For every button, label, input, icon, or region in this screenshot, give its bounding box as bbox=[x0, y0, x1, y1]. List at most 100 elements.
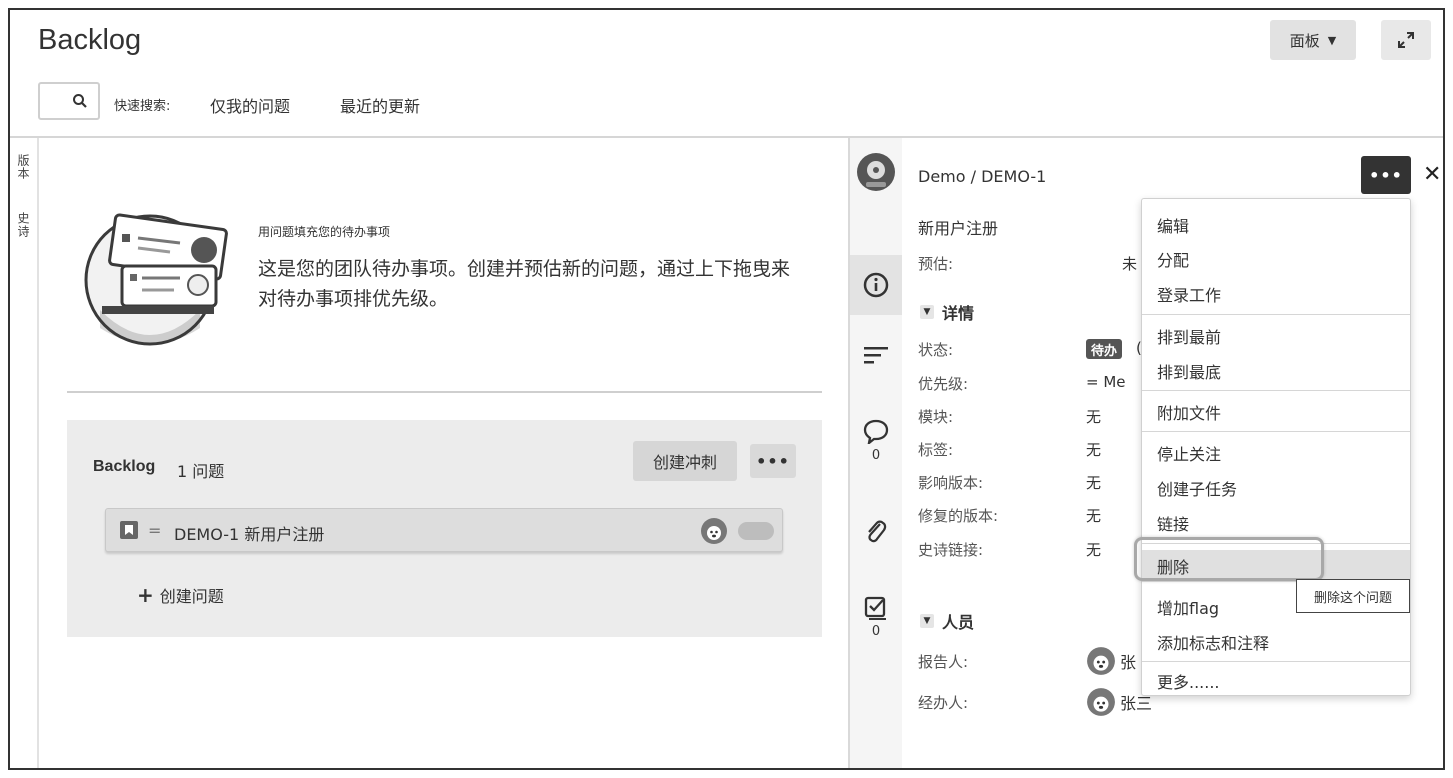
issue-row[interactable]: = DEMO-1 新用户注册 bbox=[105, 508, 783, 552]
menu-item-bottom-of-backlog[interactable]: 排到最底 bbox=[1142, 355, 1410, 387]
reporter-name: 张 bbox=[1120, 653, 1137, 672]
project-avatar-wrap bbox=[850, 152, 902, 192]
backlog-count: 1 问题 bbox=[177, 462, 225, 481]
avatar bbox=[1087, 688, 1115, 716]
checklist-icon bbox=[864, 596, 886, 620]
backlog-title: Backlog bbox=[93, 458, 156, 475]
left-rail: 版本 史诗 bbox=[10, 138, 39, 768]
quick-search-label: 快速搜索: bbox=[114, 99, 171, 114]
field-value-fix-version[interactable]: 无 bbox=[1086, 505, 1101, 526]
project-avatar bbox=[857, 153, 895, 191]
expand-icon bbox=[1398, 32, 1414, 48]
menu-item-link[interactable]: 链接 bbox=[1142, 507, 1410, 539]
field-label-labels: 标签: bbox=[918, 441, 954, 459]
backlog-more-button[interactable]: ••• bbox=[750, 444, 796, 478]
field-label-epic-link: 史诗链接: bbox=[918, 541, 984, 559]
quick-filter-my-issues[interactable]: 仅我的问题 bbox=[210, 93, 290, 117]
menu-item-create-subtask[interactable]: 创建子任务 bbox=[1142, 472, 1410, 504]
estimate-value[interactable]: 未 bbox=[1122, 253, 1137, 274]
menu-item-edit[interactable]: 编辑 bbox=[1142, 209, 1410, 241]
subtasks-tab[interactable]: 0 bbox=[850, 594, 902, 639]
main-divider bbox=[67, 391, 822, 393]
issue-key-summary: DEMO-1 新用户注册 bbox=[174, 525, 325, 544]
board-button-label: 面板 bbox=[1289, 31, 1320, 50]
backlog-panel: Backlog 1 问题 创建冲刺 ••• = DEMO-1 新用户注册 + 创… bbox=[67, 420, 822, 637]
menu-separator bbox=[1142, 431, 1410, 432]
priority-value[interactable]: = Me bbox=[1086, 373, 1126, 391]
text-lines-icon bbox=[864, 347, 888, 364]
subtask-count: 0 bbox=[871, 624, 881, 639]
reporter-label: 报告人: bbox=[918, 653, 969, 671]
field-label-priority: 优先级: bbox=[918, 375, 969, 393]
menu-item-attach-files[interactable]: 附加文件 bbox=[1142, 396, 1410, 428]
details-section-title[interactable]: ▼ 详情 bbox=[920, 300, 974, 324]
priority-medium-icon: = bbox=[1086, 373, 1099, 391]
menu-item-stop-watching[interactable]: 停止关注 bbox=[1142, 437, 1410, 469]
detail-side-strip: 0 0 bbox=[850, 138, 902, 768]
story-icon bbox=[120, 521, 138, 539]
people-section-label: 人员 bbox=[942, 613, 975, 632]
details-tab[interactable] bbox=[850, 255, 902, 315]
comment-count: 0 bbox=[871, 448, 881, 463]
field-value-labels[interactable]: 无 bbox=[1086, 439, 1101, 460]
field-value-affects-version[interactable]: 无 bbox=[1086, 472, 1101, 493]
create-sprint-button[interactable]: 创建冲刺 bbox=[633, 441, 737, 481]
plus-icon: + bbox=[137, 583, 154, 607]
field-label-affects-version: 影响版本: bbox=[918, 474, 984, 492]
menu-item-top-of-backlog[interactable]: 排到最前 bbox=[1142, 320, 1410, 352]
search-icon bbox=[73, 94, 87, 108]
empty-backlog-illustration bbox=[84, 213, 228, 346]
page-title: Backlog bbox=[38, 24, 142, 56]
rail-versions[interactable]: 版本 bbox=[15, 154, 32, 180]
search-input[interactable] bbox=[38, 82, 100, 120]
chevron-down-icon: ▼ bbox=[920, 305, 934, 319]
chevron-down-icon: ▼ bbox=[1327, 33, 1337, 47]
info-icon bbox=[863, 272, 889, 298]
issue-actions-menu: 编辑 分配 登录工作 排到最前 排到最底 附加文件 停止关注 创建子任务 链接 … bbox=[1141, 198, 1411, 696]
menu-item-assign[interactable]: 分配 bbox=[1142, 243, 1410, 275]
estimate-pill[interactable] bbox=[738, 522, 774, 540]
assignee-label: 经办人: bbox=[918, 694, 969, 712]
close-icon[interactable]: ✕ bbox=[1423, 162, 1441, 187]
menu-separator bbox=[1142, 314, 1410, 315]
avatar bbox=[1087, 647, 1115, 675]
priority-value-label: Me bbox=[1103, 373, 1126, 391]
estimate-label: 预估: bbox=[918, 255, 954, 273]
header-divider bbox=[10, 136, 1443, 138]
issue-more-button[interactable]: ••• bbox=[1361, 156, 1411, 194]
expand-button[interactable] bbox=[1381, 20, 1431, 60]
field-label-fix-version: 修复的版本: bbox=[918, 507, 999, 525]
attachments-tab[interactable] bbox=[850, 518, 902, 546]
menu-item-log-work[interactable]: 登录工作 bbox=[1142, 278, 1410, 310]
issue-summary[interactable]: 新用户注册 bbox=[918, 215, 998, 239]
people-section-title[interactable]: ▼ 人员 bbox=[920, 609, 974, 633]
rail-epics[interactable]: 史诗 bbox=[15, 212, 32, 238]
empty-state-heading: 用问题填充您的待办事项 bbox=[258, 225, 391, 239]
menu-separator bbox=[1142, 661, 1410, 662]
comment-icon bbox=[863, 419, 889, 444]
menu-item-more[interactable]: 更多...... bbox=[1142, 667, 1410, 695]
status-badge[interactable]: 待办 bbox=[1086, 339, 1123, 359]
chevron-down-icon: ▼ bbox=[920, 614, 934, 628]
app-frame: Backlog 面板 ▼ 快速搜索: 仅我的问题 最近的更新 版本 史诗 用问题… bbox=[8, 8, 1445, 770]
quick-filter-recent[interactable]: 最近的更新 bbox=[340, 93, 420, 117]
menu-item-add-flag-and-comment[interactable]: 添加标志和注释 bbox=[1142, 626, 1410, 658]
description-tab[interactable] bbox=[850, 344, 902, 366]
empty-state-description: 这是您的团队待办事项。创建并预估新的问题，通过上下拖曳来对待办事项排优先级。 bbox=[258, 258, 791, 310]
create-issue-label: 创建问题 bbox=[159, 587, 224, 606]
menu-separator bbox=[1142, 390, 1410, 391]
reporter-value[interactable]: 张 bbox=[1086, 646, 1136, 676]
board-button[interactable]: 面板 ▼ bbox=[1270, 20, 1356, 60]
create-issue-link[interactable]: + 创建问题 bbox=[137, 583, 224, 607]
comments-tab[interactable]: 0 bbox=[850, 418, 902, 463]
delete-tooltip: 删除这个问题 bbox=[1296, 579, 1410, 613]
field-value-epic-link[interactable]: 无 bbox=[1086, 539, 1101, 560]
priority-medium-icon: = bbox=[148, 521, 162, 540]
field-value-components[interactable]: 无 bbox=[1086, 406, 1101, 427]
issue-breadcrumb[interactable]: Demo / DEMO-1 bbox=[918, 167, 1046, 186]
avatar[interactable] bbox=[700, 517, 728, 545]
paperclip-icon bbox=[868, 520, 887, 543]
delete-highlight-outline bbox=[1134, 537, 1324, 581]
field-label-components: 模块: bbox=[918, 408, 954, 426]
details-section-label: 详情 bbox=[942, 304, 975, 323]
